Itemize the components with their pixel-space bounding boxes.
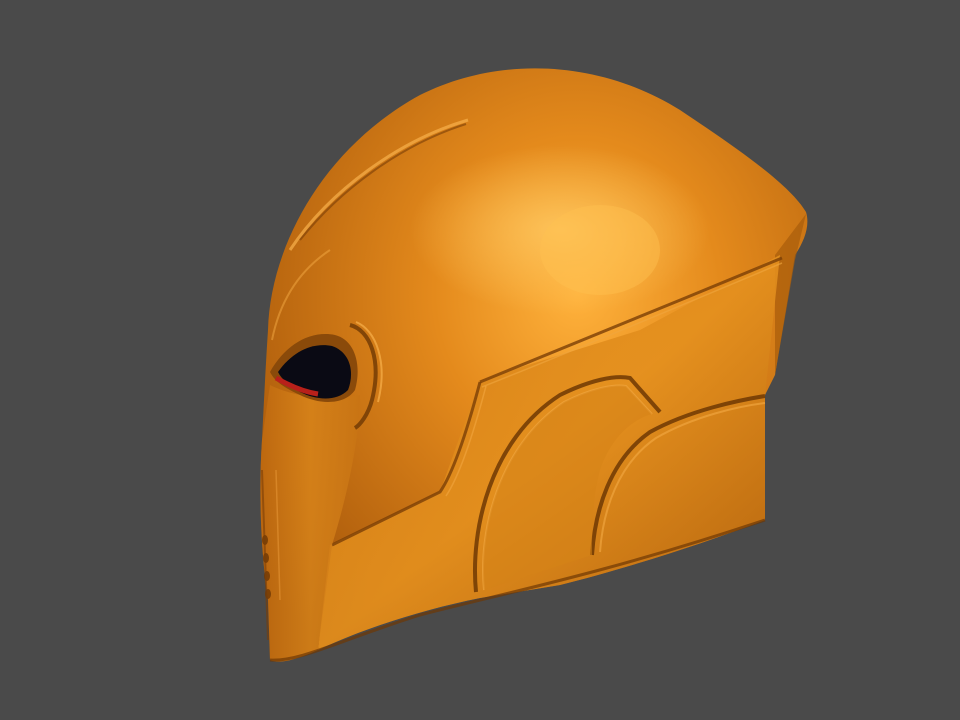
render-viewport xyxy=(0,0,960,720)
helmet-render xyxy=(260,68,808,662)
